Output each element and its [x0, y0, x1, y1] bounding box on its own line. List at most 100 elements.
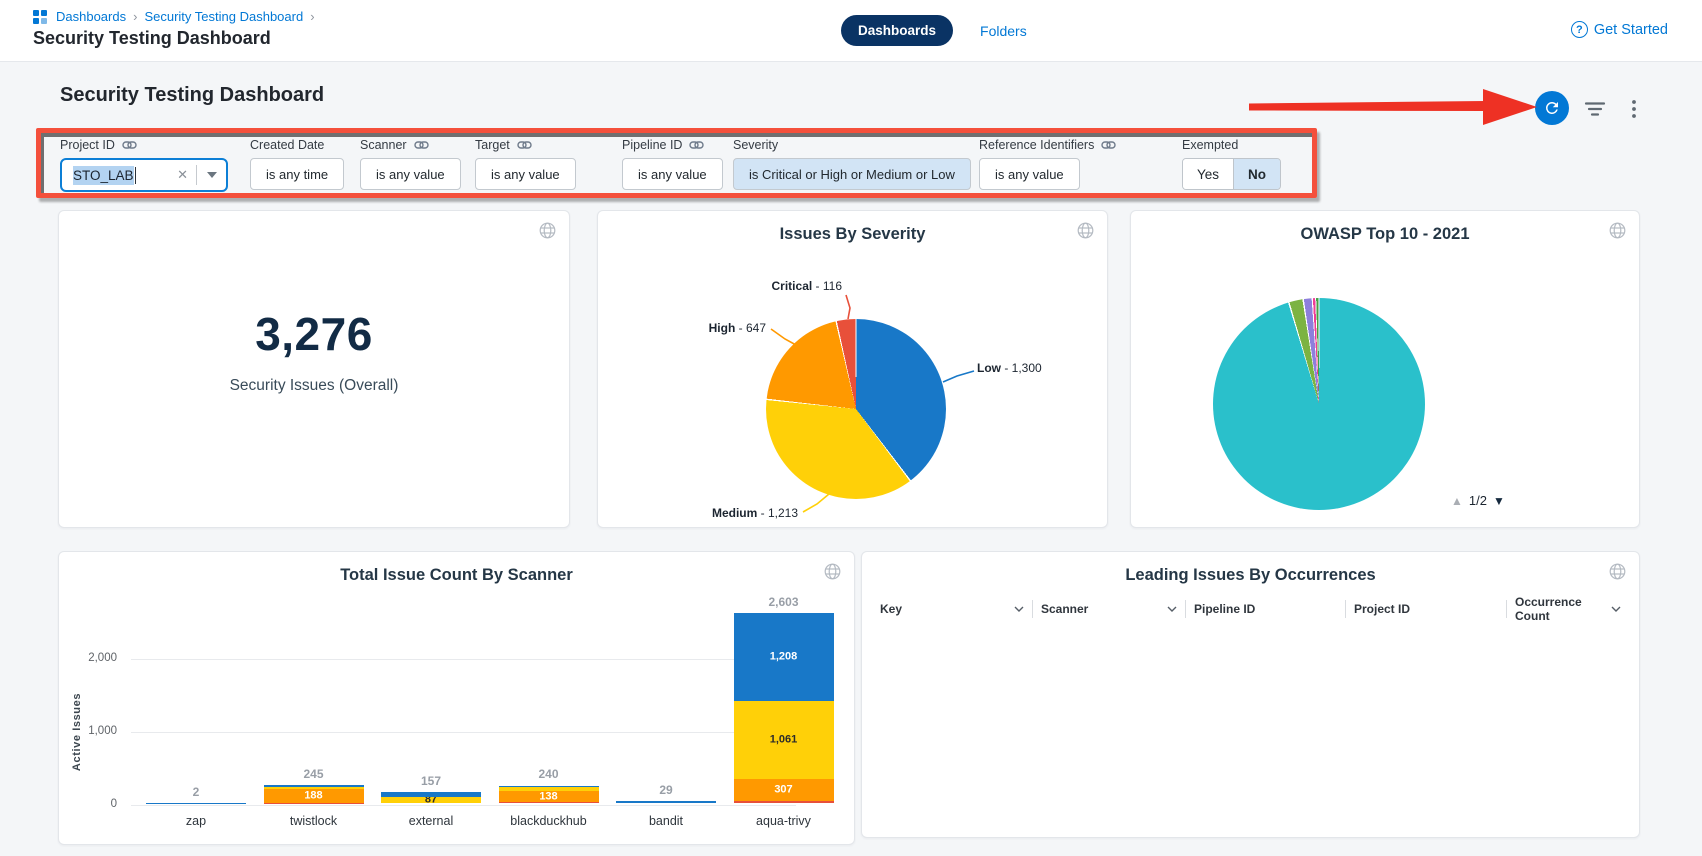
y-axis-tick: 0 — [67, 798, 117, 810]
owasp-pie[interactable] — [1213, 298, 1425, 510]
y-axis-tick: 2,000 — [67, 652, 117, 664]
page-title: Security Testing Dashboard — [60, 84, 324, 107]
filter-created-date: Created Date is any time — [250, 137, 344, 190]
globe-icon — [539, 222, 556, 244]
issues-by-severity-pie[interactable] — [766, 319, 946, 499]
filter-label: Exempted — [1182, 137, 1281, 153]
globe-icon — [1077, 222, 1094, 239]
x-axis-category-label: blackduckhub — [491, 814, 607, 828]
filter-value-button[interactable]: is any value — [622, 158, 723, 190]
filter-label-text: Severity — [733, 138, 778, 152]
filter-label-text: Target — [475, 138, 510, 152]
bar-total-label: 29 — [616, 783, 716, 797]
breadcrumb-grid-icon — [33, 10, 47, 24]
bar-segment-high[interactable]: 307 — [734, 779, 834, 801]
combobox-selected-value: STO_LAB — [73, 166, 134, 185]
bar-segment-low[interactable] — [381, 792, 481, 797]
bar-segment-low[interactable] — [616, 801, 716, 803]
filter-target: Target is any value — [475, 137, 576, 190]
table-column-label: Project ID — [1354, 602, 1410, 616]
table-column-pipeline-id[interactable]: Pipeline ID — [1185, 600, 1345, 618]
filter-control: is any value — [360, 158, 461, 190]
filter-value-button[interactable]: is any value — [360, 158, 461, 190]
bar-segment-low[interactable]: 1,208 — [734, 613, 834, 701]
filter-value-button[interactable]: is any time — [250, 158, 344, 190]
get-started-link[interactable]: ? Get Started — [1571, 21, 1668, 38]
toggle-option-no[interactable]: No — [1233, 159, 1280, 189]
bar-segment-medium[interactable]: 1,061 — [734, 701, 834, 778]
pager-up-icon[interactable]: ▲ — [1451, 494, 1463, 508]
bar-external[interactable]: 87 — [381, 792, 481, 803]
bar-blackduckhub[interactable]: 138 — [499, 786, 599, 803]
globe-icon — [1077, 222, 1094, 244]
globe-icon — [1609, 222, 1626, 239]
toggle-option-yes[interactable]: Yes — [1183, 159, 1233, 189]
x-axis-category-label: aqua-trivy — [726, 814, 842, 828]
breadcrumb-link-dashboards[interactable]: Dashboards — [56, 9, 126, 24]
filter-label-text: Reference Identifiers — [979, 138, 1094, 152]
x-axis-category-label: zap — [138, 814, 254, 828]
bar-aqua-trivy[interactable]: 3071,0611,208 — [734, 613, 834, 803]
chevron-down-icon — [1611, 606, 1621, 612]
pager-down-icon[interactable]: ▼ — [1493, 494, 1505, 508]
filter-label: Created Date — [250, 137, 344, 153]
top-bar: Dashboards › Security Testing Dashboard … — [0, 0, 1702, 62]
table-column-project-id[interactable]: Project ID — [1345, 600, 1506, 618]
bar-segment-low[interactable] — [499, 786, 599, 788]
project-id-combobox[interactable]: STO_LAB ✕ — [60, 158, 228, 192]
overall-count-value: 3,276 — [59, 307, 569, 361]
filter-value-button[interactable]: is Critical or High or Medium or Low — [733, 158, 971, 190]
dropdown-icon[interactable] — [207, 172, 217, 178]
table-column-occurrence-count[interactable]: Occurrence Count — [1506, 600, 1629, 618]
text-cursor — [135, 167, 137, 184]
filter-label-text: Exempted — [1182, 138, 1238, 152]
bar-segment-value: 138 — [499, 791, 599, 802]
filter-control: is any time — [250, 158, 344, 190]
filter-value-button[interactable]: is any value — [475, 158, 576, 190]
tab-dashboards[interactable]: Dashboards — [841, 15, 953, 46]
table-column-label: Occurrence Count — [1515, 595, 1611, 623]
bar-segment-medium[interactable] — [499, 787, 599, 791]
link-icon — [689, 140, 704, 150]
gridline — [131, 659, 796, 660]
pie-slice-label-high: High - 647 — [709, 321, 766, 335]
table-column-scanner[interactable]: Scanner — [1032, 600, 1185, 618]
bar-segment-medium[interactable]: 87 — [381, 797, 481, 803]
bar-twistlock[interactable]: 188 — [264, 785, 364, 803]
x-axis-category-label: external — [373, 814, 489, 828]
refresh-icon — [1543, 99, 1561, 117]
chevron-down-icon — [1167, 606, 1177, 612]
card-total-issue-count-by-scanner: Total Issue Count By Scanner Active Issu… — [58, 551, 855, 845]
bar-segment-medium[interactable] — [264, 787, 364, 789]
filter-toggle-button[interactable] — [1583, 100, 1607, 118]
filter-label: Pipeline ID — [622, 137, 723, 153]
filter-value-button[interactable]: is any value — [979, 158, 1080, 190]
pie-pager: ▲ 1/2 ▼ — [1451, 493, 1505, 508]
view-tabs: Dashboards Folders — [841, 15, 1027, 46]
filter-control: is any value — [475, 158, 576, 190]
link-icon — [414, 140, 429, 150]
bar-total-label: 245 — [264, 767, 364, 781]
bar-segment-critical[interactable] — [734, 801, 834, 803]
filter-exempted: Exempted YesNo — [1182, 137, 1281, 190]
breadcrumb: Dashboards › Security Testing Dashboard … — [33, 9, 315, 24]
bar-segment-low[interactable] — [264, 785, 364, 786]
table-column-key[interactable]: Key — [872, 600, 1032, 618]
window-title: Security Testing Dashboard — [33, 28, 271, 49]
filter-label-text: Pipeline ID — [622, 138, 682, 152]
filter-label-text: Created Date — [250, 138, 324, 152]
annotation-arrow — [1245, 86, 1539, 130]
bar-segment-high[interactable]: 188 — [264, 789, 364, 803]
pie-slice-label-medium: Medium - 1,213 — [712, 506, 798, 520]
globe-icon — [1609, 222, 1626, 244]
bar-segment-high[interactable]: 138 — [499, 791, 599, 801]
tab-folders[interactable]: Folders — [980, 23, 1027, 39]
more-options-button[interactable] — [1626, 99, 1642, 119]
breadcrumb-link-current[interactable]: Security Testing Dashboard — [144, 9, 303, 24]
filter-label: Scanner — [360, 137, 461, 153]
refresh-button[interactable] — [1535, 91, 1569, 125]
clear-icon[interactable]: ✕ — [173, 167, 196, 183]
breadcrumb-separator: › — [133, 9, 137, 24]
bar-bandit[interactable] — [616, 801, 716, 803]
filter-label: Severity — [733, 137, 971, 153]
